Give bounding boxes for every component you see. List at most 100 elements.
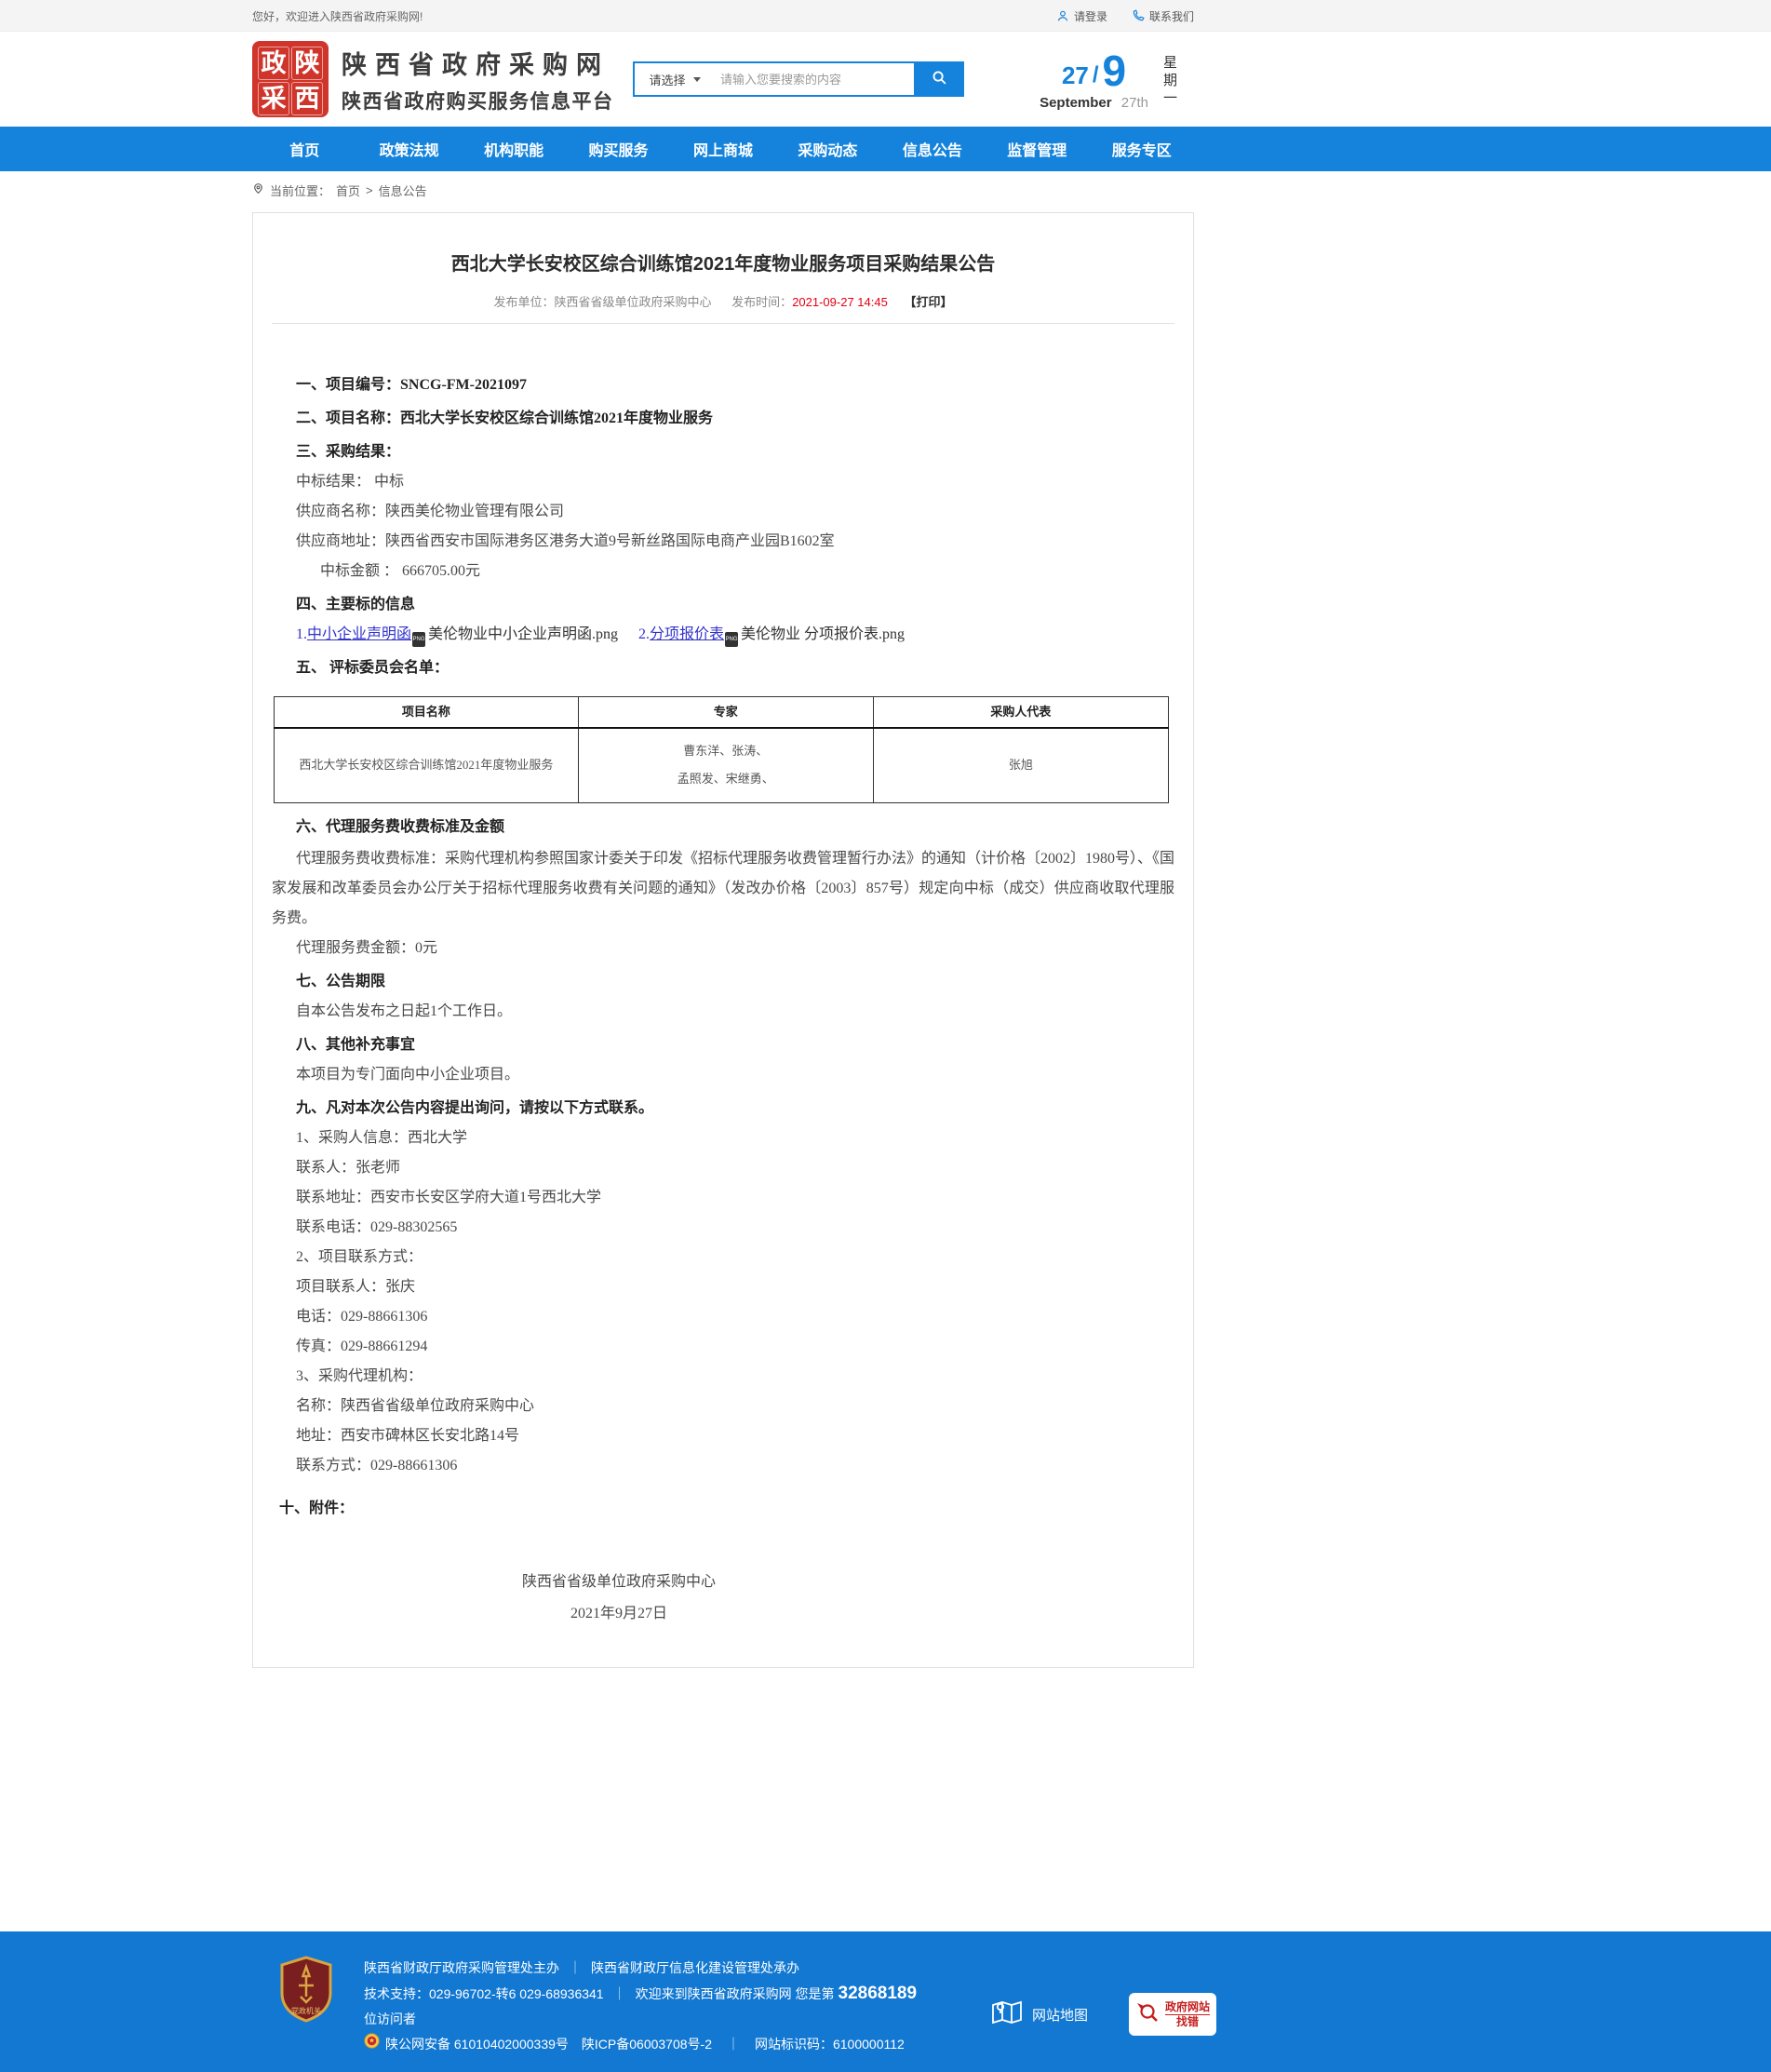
chevron-down-icon: [693, 77, 701, 82]
signature-date: 2021年9月27日: [168, 1598, 1070, 1630]
result-line: 中标结果： 中标: [272, 467, 1174, 497]
visitor-suffix: 位访问者: [364, 2011, 416, 2026]
agency-fee-amount-line: 代理服务费金额：0元: [272, 934, 1174, 963]
date-ordinal: 27th: [1121, 95, 1148, 111]
contact-line: 联系地址：西安市长安区学府大道1号西北大学: [272, 1183, 1174, 1213]
seal-char: 陕: [291, 47, 323, 80]
date-widget: 27 / 9 September 27th 星 期 一: [1040, 52, 1177, 111]
publish-time-label: 发布时间：: [731, 295, 792, 309]
col-header-buyer-rep: 采购人代表: [873, 697, 1168, 729]
login-link[interactable]: 请登录: [1056, 8, 1107, 24]
breadcrumb-current[interactable]: 信息公告: [379, 182, 427, 199]
search-button[interactable]: [914, 61, 964, 97]
sitemap-label: 网站地图: [1032, 2005, 1088, 2025]
png-file-icon: PNG: [725, 632, 738, 647]
error-find-magnifier-icon: [1135, 2000, 1160, 2029]
sitemap-map-icon: [991, 1998, 1023, 2030]
tech-support: 技术支持：029-96702-转6 029-68936341: [364, 1986, 604, 2001]
undertake-org: 陕西省财政厅信息化建设管理处承办: [591, 1960, 799, 1975]
breadcrumb-separator: >: [366, 183, 373, 197]
nav-item-online-mall[interactable]: 网上商城: [671, 127, 775, 171]
site-title: 陕西省政府采购网: [342, 45, 614, 81]
attachment-1-link[interactable]: 中小企业声明函: [307, 626, 411, 642]
date-month-name: September: [1040, 95, 1112, 111]
host-org: 陕西省财政厅政府采购管理处主办: [364, 1960, 559, 1975]
contact-line: 项目联系人：张庆: [272, 1272, 1174, 1302]
error-badge-line2: 找错: [1176, 2015, 1199, 2028]
police-record-link[interactable]: 陕公网安备 61010402000339号: [385, 2032, 569, 2057]
attachments-line: 1.中小企业声明函PNG美伦物业中小企业声明函.png2.分项报价表PNG美伦物…: [272, 620, 1174, 650]
table-row: 西北大学长安校区综合训练馆2021年度物业服务 曹东洋、张涛、 孟照发、宋继勇、…: [275, 728, 1169, 802]
section-8-heading: 八、其他补充事宜: [272, 1030, 1174, 1060]
attachment-2-link[interactable]: 分项报价表: [650, 626, 724, 642]
supplier-address-line: 供应商地址：陕西省西安市国际港务区港务大道9号新丝路国际电商产业园B1602室: [272, 527, 1174, 557]
article-meta: 发布单位：陕西省省级单位政府采购中心 发布时间：2021-09-27 14:45…: [272, 292, 1174, 310]
footer-line-2: 技术支持：029-96702-转6 029-68936341｜欢迎来到陕西省政府…: [364, 1981, 922, 2032]
svg-text:党政机关: 党政机关: [291, 2006, 321, 2015]
experts-line-1: 曹东洋、张涛、: [579, 737, 873, 765]
section-4-heading: 四、主要标的信息: [272, 590, 1174, 620]
weekday-char: 星: [1163, 54, 1177, 72]
nav-item-procurement-news[interactable]: 采购动态: [775, 127, 879, 171]
contact-line: 联系电话：029-88302565: [272, 1213, 1174, 1243]
breadcrumb-label: 当前位置：: [270, 182, 330, 199]
attachment-1-filename[interactable]: 美伦物业中小企业声明函.png: [428, 626, 618, 642]
print-button[interactable]: 【打印】: [904, 295, 952, 309]
gov-site-error-report-badge[interactable]: 政府网站 找错: [1129, 1993, 1216, 2036]
breadcrumb-home-link[interactable]: 首页: [336, 182, 360, 199]
date-day: 27: [1062, 61, 1089, 89]
png-file-icon: PNG: [412, 632, 425, 647]
search-input[interactable]: [715, 63, 914, 95]
cell-buyer-rep: 张旭: [873, 728, 1168, 802]
section-3-heading: 三、采购结果：: [272, 437, 1174, 467]
nav-item-announcements[interactable]: 信息公告: [880, 127, 985, 171]
search-select-label: 请选择: [649, 71, 685, 88]
icp-record-link[interactable]: 陕ICP备06003708号-2: [582, 2032, 712, 2057]
section-2-heading: 二、项目名称：西北大学长安校区综合训练馆2021年度物业服务: [272, 404, 1174, 434]
seal-char: 采: [258, 82, 289, 115]
publisher-label: 发布单位：: [494, 295, 555, 309]
police-badge-icon: [364, 2032, 380, 2057]
nav-item-functions[interactable]: 机构职能: [462, 127, 566, 171]
meta-divider: [272, 323, 1174, 324]
agency-fee-paragraph: 代理服务费收费标准：采购代理机构参照国家计委关于印发《招标代理服务收费管理暂行办…: [272, 844, 1174, 934]
section-9-heading: 九、凡对本次公告内容提出询问，请按以下方式联系。: [272, 1094, 1174, 1123]
search-category-select[interactable]: 请选择: [635, 63, 715, 95]
supplier-name-line: 供应商名称：陕西美伦物业管理有限公司: [272, 497, 1174, 527]
logo-seal-icon: 政 陕 采 西: [252, 41, 329, 117]
nav-item-purchase-services[interactable]: 购买服务: [566, 127, 670, 171]
contact-line: 1、采购人信息：西北大学: [272, 1123, 1174, 1153]
nav-item-service-zone[interactable]: 服务专区: [1090, 127, 1194, 171]
contact-link[interactable]: 联系我们: [1132, 8, 1194, 24]
nav-item-supervision[interactable]: 监督管理: [985, 127, 1089, 171]
article-title: 西北大学长安校区综合训练馆2021年度物业服务项目采购结果公告: [272, 249, 1174, 276]
site-logo[interactable]: 政 陕 采 西 陕西省政府采购网 陕西省政府购买服务信息平台: [252, 41, 614, 117]
search-box: 请选择: [633, 61, 964, 97]
nav-item-home[interactable]: 首页: [252, 127, 356, 171]
table-header-row: 项目名称 专家 采购人代表: [275, 697, 1169, 729]
section-1-heading: 一、项目编号：SNCG-FM-2021097: [272, 370, 1174, 400]
contact-line: 电话：029-88661306: [272, 1302, 1174, 1332]
publish-time-value: 2021-09-27 14:45: [792, 295, 888, 309]
visitor-text: 欢迎来到陕西省政府采购网 您是第: [636, 1986, 835, 2001]
nav-item-policies[interactable]: 政策法规: [356, 127, 461, 171]
article-card: 西北大学长安校区综合训练馆2021年度物业服务项目采购结果公告 发布单位：陕西省…: [252, 212, 1194, 1668]
contact-label: 联系我们: [1149, 8, 1194, 24]
phone-icon: [1132, 9, 1145, 22]
sitemap-link[interactable]: 网站地图: [991, 1998, 1088, 2030]
section-7-heading: 七、公告期限: [272, 967, 1174, 997]
cell-project-name: 西北大学长安校区综合训练馆2021年度物业服务: [275, 728, 579, 802]
contact-line: 名称：陕西省省级单位政府采购中心: [272, 1392, 1174, 1421]
footer-divider: ｜: [727, 2032, 740, 2057]
footer-line-1: 陕西省财政厅政府采购管理处主办 ｜ 陕西省财政厅信息化建设管理处承办: [364, 1956, 922, 1981]
contact-line: 联系方式：029-88661306: [272, 1451, 1174, 1481]
attachment-2-filename[interactable]: 美伦物业 分项报价表.png: [741, 626, 905, 642]
footer-divider: ｜: [569, 1960, 582, 1975]
site-id-code: 网站标识码：6100000112: [755, 2032, 905, 2057]
date-slash: /: [1093, 61, 1099, 89]
site-footer: 党政机关 陕西省财政厅政府采购管理处主办 ｜ 陕西省财政厅信息化建设管理处承办 技术…: [0, 1931, 1771, 2072]
section-6-heading: 六、代理服务费收费标准及金额: [272, 813, 1174, 842]
party-government-emblem-icon: 党政机关: [278, 1956, 334, 2023]
experts-line-2: 孟照发、宋继勇、: [579, 765, 873, 793]
contact-line: 传真：029-88661294: [272, 1332, 1174, 1362]
